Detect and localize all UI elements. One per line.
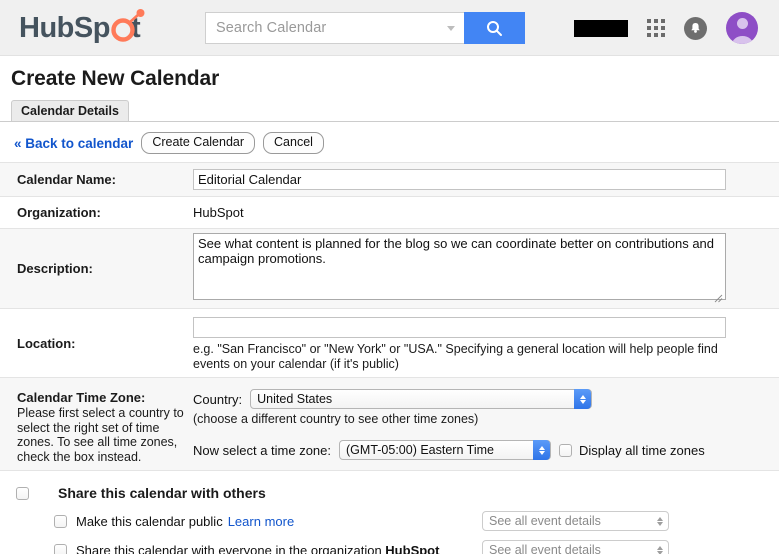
svg-text:HubSp: HubSp bbox=[19, 12, 110, 44]
country-label: Country: bbox=[193, 391, 243, 407]
tab-calendar-details[interactable]: Calendar Details bbox=[11, 100, 129, 121]
share-row-public: Make this calendar public Learn more See… bbox=[0, 511, 779, 531]
description-label: Description: bbox=[17, 261, 93, 276]
timezone-label: Calendar Time Zone: bbox=[17, 390, 146, 405]
public-permission-value: See all event details bbox=[489, 514, 601, 528]
timezone-label-block: Calendar Time Zone: Please first select … bbox=[0, 378, 193, 470]
timezone-description: Please first select a country to select … bbox=[17, 406, 184, 464]
tab-bar: Calendar Details bbox=[0, 100, 779, 122]
stepper-arrows-icon[interactable] bbox=[574, 389, 592, 409]
display-all-timezones-checkbox[interactable] bbox=[559, 443, 573, 457]
user-avatar-icon[interactable] bbox=[726, 12, 758, 44]
create-calendar-button[interactable]: Create Calendar bbox=[141, 132, 256, 154]
avatar-head bbox=[736, 18, 748, 29]
search-input[interactable]: Search Calendar bbox=[205, 12, 464, 44]
search-placeholder: Search Calendar bbox=[216, 20, 327, 36]
row-organization: Organization: HubSpot bbox=[0, 196, 779, 228]
country-hint: (choose a different country to see other… bbox=[193, 412, 479, 426]
make-public-label: Make this calendar public bbox=[76, 513, 223, 529]
share-heading-row: Share this calendar with others bbox=[0, 485, 779, 501]
header-icon-group bbox=[574, 0, 758, 56]
share-org-name: HubSpot bbox=[385, 542, 440, 554]
location-help-text: e.g. "San Francisco" or "New York" or "U… bbox=[193, 342, 718, 371]
public-permission-select[interactable]: See all event details bbox=[482, 511, 669, 531]
back-to-calendar-link[interactable]: « Back to calendar bbox=[14, 136, 133, 151]
timezone-select-row: Now select a time zone: (GMT-05:00) East… bbox=[193, 440, 767, 460]
row-description: Description: See what content is planned… bbox=[0, 228, 779, 308]
country-row: Country: United States bbox=[193, 389, 767, 409]
row-timezone: Calendar Time Zone: Please first select … bbox=[0, 377, 779, 470]
location-input[interactable] bbox=[193, 317, 726, 338]
description-textarea[interactable]: See what content is planned for the blog… bbox=[193, 232, 726, 300]
avatar-body bbox=[731, 36, 753, 44]
organization-value: HubSpot bbox=[193, 205, 244, 220]
apps-grid-icon[interactable] bbox=[647, 19, 665, 37]
display-all-timezones-label: Display all time zones bbox=[579, 442, 705, 458]
chevron-down-icon[interactable] bbox=[447, 26, 455, 31]
org-permission-select[interactable]: See all event details bbox=[482, 540, 669, 554]
stepper-arrows-icon[interactable] bbox=[651, 540, 668, 554]
calendar-search[interactable]: Search Calendar bbox=[205, 12, 525, 44]
learn-more-link[interactable]: Learn more bbox=[228, 514, 294, 529]
bell-icon[interactable] bbox=[684, 16, 707, 40]
share-org-label: Share this calendar with everyone in the… bbox=[76, 543, 439, 554]
stepper-arrows-icon[interactable] bbox=[533, 440, 551, 460]
make-public-checkbox[interactable] bbox=[54, 514, 67, 528]
page-title: Create New Calendar bbox=[11, 67, 220, 90]
cancel-button[interactable]: Cancel bbox=[263, 132, 324, 154]
share-calendar-checkbox[interactable] bbox=[16, 486, 29, 500]
location-label: Location: bbox=[17, 335, 76, 351]
share-org-label-prefix: Share this calendar with everyone in the… bbox=[76, 542, 386, 554]
share-row-organization: Share this calendar with everyone in the… bbox=[0, 540, 779, 554]
row-calendar-name: Calendar Name: bbox=[0, 162, 779, 196]
timezone-select[interactable]: (GMT-05:00) Eastern Time bbox=[339, 440, 552, 460]
search-icon bbox=[487, 20, 502, 36]
row-location: Location: e.g. "San Francisco" or "New Y… bbox=[0, 308, 779, 377]
hubspot-logo[interactable]: HubSp t bbox=[19, 9, 179, 47]
calendar-name-input[interactable] bbox=[193, 169, 726, 190]
search-button[interactable] bbox=[464, 12, 525, 44]
share-section: Share this calendar with others Make thi… bbox=[0, 470, 779, 554]
stepper-arrows-icon[interactable] bbox=[651, 511, 668, 531]
share-heading: Share this calendar with others bbox=[58, 485, 266, 501]
share-org-checkbox[interactable] bbox=[54, 543, 67, 554]
action-row: « Back to calendar Create Calendar Cance… bbox=[0, 122, 779, 162]
top-navigation-bar: HubSp t Search Calendar bbox=[0, 0, 779, 56]
country-select[interactable]: United States bbox=[250, 389, 593, 409]
organization-label: Organization: bbox=[17, 205, 101, 220]
description-wrapper: See what content is planned for the blog… bbox=[193, 232, 726, 305]
calendar-name-label: Calendar Name: bbox=[17, 172, 116, 187]
country-select-value: United States bbox=[257, 392, 333, 406]
redacted-label bbox=[574, 19, 628, 37]
timezone-select-value: (GMT-05:00) Eastern Time bbox=[346, 443, 494, 457]
timezone-select-label: Now select a time zone: bbox=[193, 442, 332, 458]
org-permission-value: See all event details bbox=[489, 543, 601, 554]
